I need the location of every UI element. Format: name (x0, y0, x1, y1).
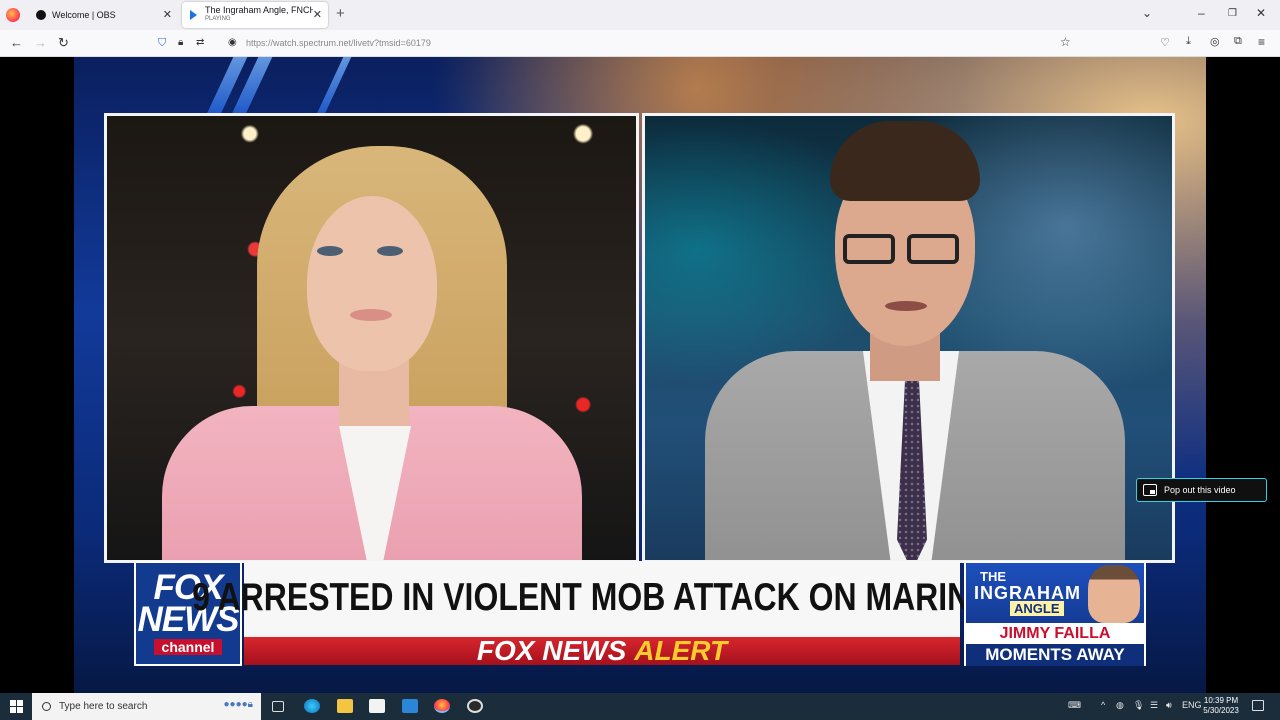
tab-obs[interactable]: Welcome | OBS ✕ (28, 2, 178, 28)
minimize-icon[interactable]: – (1198, 6, 1205, 20)
tab-title: The Ingraham Angle, FNCHD, L (205, 6, 313, 15)
picture-in-picture-icon (1143, 484, 1157, 496)
glasses-lens (907, 234, 959, 264)
permissions-icon[interactable]: ⇄ (196, 37, 204, 48)
windows-start-icon[interactable] (10, 700, 23, 713)
promo-guest-photo (1088, 565, 1140, 623)
firefox-icon[interactable] (6, 8, 20, 22)
keyboard-icon[interactable]: ⌨ (1068, 700, 1081, 711)
account-icon[interactable]: ◎ (1210, 35, 1220, 48)
search-highlight-icon: ●●●●🔒︎ (223, 699, 253, 710)
alert-banner: FOX NEWS ALERT (244, 635, 960, 666)
guest-hair (830, 121, 980, 201)
logo-channel: channel (153, 639, 223, 655)
browser-tab-bar: Welcome | OBS ✕ The Ingraham Angle, FNCH… (0, 0, 1280, 30)
promo-tagline: MOMENTS AWAY (966, 644, 1144, 666)
promo-guest-name: JIMMY FAILLA (966, 623, 1144, 644)
site-icon: ◉ (228, 37, 237, 48)
show-promo: THE INGRAHAM ANGLE JIMMY FAILLA MOMENTS … (964, 561, 1146, 666)
host-lips (350, 309, 392, 321)
host-face (307, 196, 437, 371)
system-clock[interactable]: 10:39 PM 5/30/2023 (1196, 696, 1246, 716)
lock-icon[interactable]: 🔒︎ (178, 37, 183, 48)
tab-title: Welcome | OBS (52, 10, 116, 20)
close-tab-icon[interactable]: ✕ (163, 8, 172, 21)
back-icon[interactable]: ← (10, 35, 23, 50)
left-video-panel (104, 113, 639, 563)
close-window-icon[interactable]: ✕ (1256, 6, 1266, 20)
microphone-icon[interactable]: 🎙︎ (1133, 700, 1144, 711)
close-tab-icon[interactable]: ✕ (313, 8, 322, 21)
promo-angle: ANGLE (1010, 601, 1064, 616)
list-tabs-icon[interactable]: ⌄ (1142, 6, 1152, 20)
network-icon[interactable]: ◍ (1116, 700, 1124, 711)
pop-out-video-button[interactable]: Pop out this video (1136, 478, 1267, 502)
show-hidden-icons-icon[interactable]: ^ (1101, 700, 1105, 710)
tab-ingraham-angle[interactable]: The Ingraham Angle, FNCHD, L PLAYING ✕ (182, 2, 328, 28)
obs-icon (36, 10, 46, 20)
menu-icon[interactable]: ≡ (1258, 35, 1265, 49)
promo-the: THE (980, 569, 1006, 584)
mail-icon[interactable] (402, 699, 418, 713)
windows-taskbar: Type here to search ●●●●🔒︎ ⌨ ^ ◍ 🎙︎ ☰ 🔊︎… (0, 693, 1280, 720)
clock-time: 10:39 PM (1203, 696, 1239, 705)
headline-banner: 9 ARRESTED IN VIOLENT MOB ATTACK ON MARI… (192, 561, 1012, 635)
search-icon (42, 702, 51, 711)
background-stripe (315, 57, 361, 117)
task-view-icon[interactable] (272, 701, 284, 712)
extensions-icon[interactable]: ⧉ (1234, 35, 1242, 48)
notification-icon[interactable] (1252, 700, 1264, 711)
new-tab-button[interactable]: + (336, 5, 345, 22)
forward-icon[interactable]: → (34, 35, 47, 50)
pop-out-label: Pop out this video (1164, 485, 1236, 495)
volume-icon[interactable]: 🔊︎ (1166, 700, 1172, 711)
glasses-lens (843, 234, 895, 264)
bookmark-star-icon[interactable]: ☆ (1060, 35, 1071, 49)
url-bar[interactable]: https://watch.spectrum.net/livetv?tmsid=… (246, 38, 431, 48)
search-placeholder: Type here to search (59, 701, 148, 712)
pocket-icon[interactable]: ♡ (1160, 36, 1170, 49)
host-eye (317, 246, 343, 256)
right-video-panel (642, 113, 1175, 563)
navigation-bar: ← → ↻ ⛉ 🔒︎ ⇄ ◉ https://watch.spectrum.ne… (0, 30, 1280, 57)
download-icon[interactable]: ⤓ (1186, 35, 1191, 48)
clock-date: 5/30/2023 (1203, 706, 1239, 715)
host-eye (377, 246, 403, 256)
lower-third: FOX NEWS channel 9 ARRESTED IN VIOLENT M… (134, 561, 1146, 667)
restore-icon[interactable]: ❐ (1228, 8, 1237, 19)
shield-icon[interactable]: ⛉ (158, 37, 166, 50)
video-player[interactable]: FOX NEWS channel 9 ARRESTED IN VIOLENT M… (74, 57, 1206, 693)
tab-playing-label: PLAYING (205, 16, 231, 22)
alert-word: ALERT (634, 635, 728, 666)
obs-taskbar-icon[interactable] (467, 699, 483, 713)
alert-fox-news: FOX NEWS (476, 635, 627, 666)
firefox-taskbar-icon[interactable] (434, 699, 450, 713)
guest-mouth (885, 301, 927, 311)
headline-text: 9 ARRESTED IN VIOLENT MOB ATTACK ON MARI… (191, 576, 1013, 619)
taskbar-search-box[interactable]: Type here to search ●●●●🔒︎ (32, 693, 261, 720)
play-icon (190, 10, 197, 20)
file-explorer-icon[interactable] (337, 699, 353, 713)
reload-icon[interactable]: ↻ (58, 35, 69, 51)
wifi-icon[interactable]: ☰ (1150, 700, 1158, 711)
store-icon[interactable] (369, 699, 385, 713)
edge-icon[interactable] (304, 699, 320, 713)
